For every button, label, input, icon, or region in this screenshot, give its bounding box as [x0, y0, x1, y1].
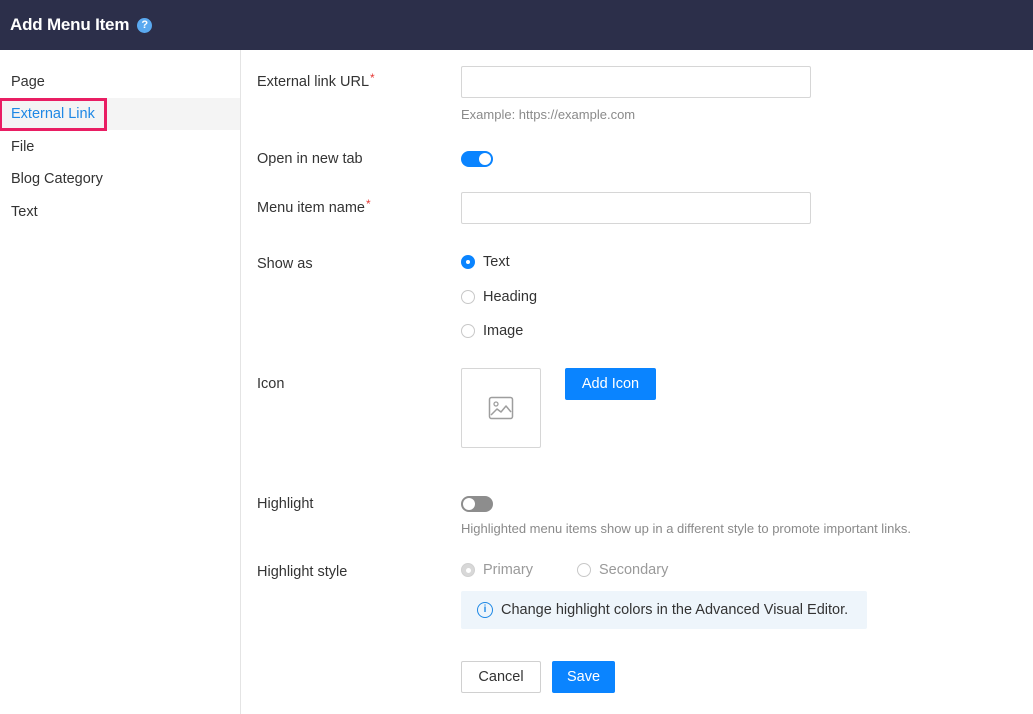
radio-label: Primary — [483, 562, 533, 578]
radio-button[interactable] — [461, 563, 475, 577]
name-input[interactable] — [461, 192, 811, 224]
highlight-primary-radio[interactable]: Primary — [461, 562, 533, 578]
sidebar-item-file[interactable]: File — [0, 131, 240, 163]
sidebar-item-label: Blog Category — [11, 171, 103, 187]
icon-label: Icon — [257, 376, 285, 392]
radio-label: Heading — [483, 289, 538, 305]
highlight-secondary-radio[interactable]: Secondary — [577, 562, 668, 578]
sidebar-item-blog-category[interactable]: Blog Category — [0, 163, 240, 195]
new-tab-toggle[interactable] — [461, 151, 493, 167]
sidebar-item-label: File — [11, 139, 35, 155]
radio-button[interactable] — [461, 324, 475, 338]
toggle-knob — [479, 153, 491, 165]
sidebar-item-label: Page — [11, 74, 45, 90]
radio-button[interactable] — [577, 563, 591, 577]
required-mark: * — [370, 71, 375, 85]
sidebar-item-label: External Link — [0, 97, 107, 131]
radio-label: Text — [483, 254, 510, 270]
url-hint: Example: https://example.com — [461, 107, 636, 122]
dialog-title: Add Menu Item — [10, 15, 130, 34]
add-icon-button[interactable]: Add Icon — [565, 368, 656, 400]
toggle-knob — [463, 498, 475, 510]
image-placeholder-icon — [488, 396, 514, 420]
save-button[interactable]: Save — [552, 661, 615, 693]
url-label-text: External link URL — [257, 74, 370, 90]
menu-type-sidebar: Page External Link File Blog Category Te… — [0, 50, 241, 714]
name-label: Menu item name* — [257, 197, 371, 216]
highlight-style-label: Highlight style — [257, 564, 348, 580]
new-tab-label: Open in new tab — [257, 151, 363, 167]
info-icon: i — [477, 602, 493, 618]
required-mark: * — [366, 197, 371, 211]
show-as-heading-radio[interactable]: Heading — [461, 289, 537, 305]
radio-button[interactable] — [461, 290, 475, 304]
highlight-hint: Highlighted menu items show up in a diff… — [461, 521, 911, 536]
sidebar-item-label: Text — [11, 204, 38, 220]
dialog-header: Add Menu Item ? — [0, 0, 1033, 50]
help-icon[interactable]: ? — [137, 17, 153, 33]
name-label-text: Menu item name — [257, 200, 365, 216]
radio-label: Image — [483, 323, 524, 339]
sidebar-item-page[interactable]: Page — [0, 66, 240, 98]
sidebar-item-external-link[interactable]: External Link — [0, 97, 240, 131]
url-input[interactable] — [461, 66, 811, 98]
icon-preview[interactable] — [461, 368, 541, 448]
sidebar-item-text[interactable]: Text — [0, 196, 240, 228]
show-as-text-radio[interactable]: Text — [461, 254, 510, 270]
highlight-toggle[interactable] — [461, 496, 493, 512]
show-as-image-radio[interactable]: Image — [461, 323, 523, 339]
cancel-button[interactable]: Cancel — [461, 661, 541, 693]
info-text: Change highlight colors in the Advanced … — [501, 602, 849, 618]
radio-button[interactable] — [461, 255, 475, 269]
highlight-label: Highlight — [257, 496, 314, 512]
url-label: External link URL* — [257, 71, 375, 90]
show-as-label: Show as — [257, 256, 313, 272]
radio-label: Secondary — [599, 562, 669, 578]
info-banner: i Change highlight colors in the Advance… — [461, 591, 867, 629]
